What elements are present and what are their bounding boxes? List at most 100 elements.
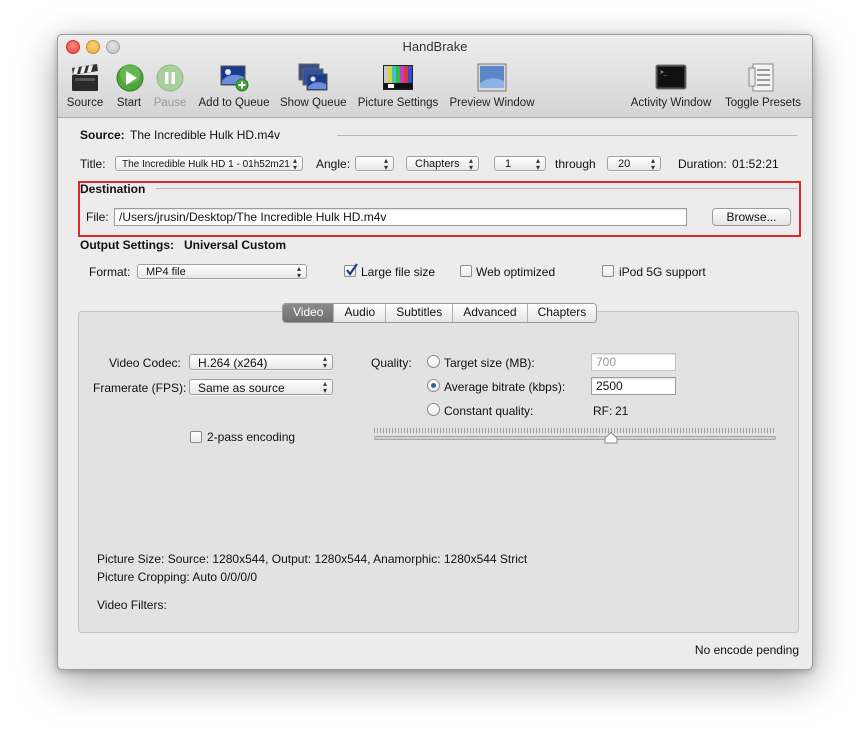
settings-tab-bar: Video Audio Subtitles Advanced Chapters [282,303,598,323]
destination-heading: Destination [80,182,146,196]
toolbar-preview-window-button[interactable]: Preview Window [449,63,535,109]
two-pass-checkbox[interactable] [190,431,202,443]
preview-window-icon [476,63,508,93]
toolbar-toggle-presets-button[interactable]: Toggle Presets [723,63,803,109]
quality-label: Quality: [371,356,412,370]
range-start-value: 1 [505,158,512,170]
framerate-value: Same as source [198,381,285,395]
toolbar-picture-settings-label: Picture Settings [357,97,439,109]
file-label: File: [86,210,109,224]
preset-name: Universal Custom [184,238,287,252]
toolbar-add-to-queue-button[interactable]: Add to Queue [196,63,272,109]
show-queue-icon [297,63,329,93]
large-file-size-checkbox[interactable] [344,263,358,277]
destination-separator [156,188,797,189]
duration-value: 01:52:21 [732,157,779,171]
target-size-label: Target size (MB): [444,356,535,370]
svg-text:>_: >_ [660,69,668,76]
handbrake-window: HandBrake Source Start Pause Add to Queu… [57,34,813,670]
toolbar-add-to-queue-label: Add to Queue [198,97,270,109]
web-optimized-label: Web optimized [476,265,556,279]
source-separator [337,135,797,136]
stepper-arrows-icon: ▴ ▾ [288,157,297,170]
range-type-value: Chapters [415,158,460,170]
checkmark-icon [346,263,358,276]
add-to-queue-icon [218,63,250,93]
tab-video[interactable]: Video [283,304,335,322]
stepper-arrows-icon: ▴ ▾ [383,156,388,171]
clapperboard-icon [69,63,101,93]
average-bitrate-label: Average bitrate (kbps): [444,380,566,394]
web-optimized-checkbox[interactable] [460,265,472,277]
stepper-arrows-icon: ▴ ▾ [322,354,327,370]
radio-selected-dot [431,383,436,388]
video-codec-value: H.264 (x264) [198,356,268,370]
play-icon [114,63,146,93]
quality-slider[interactable] [374,436,776,440]
average-bitrate-field[interactable]: 2500 [591,377,676,395]
presets-drawer-icon [747,63,779,93]
two-pass-label: 2-pass encoding [207,430,296,444]
framerate-label: Framerate (FPS): [93,381,187,395]
format-select-value: MP4 file [146,266,186,278]
color-bars-icon [382,63,414,93]
constant-quality-label: Constant quality: [444,404,534,418]
title-select-value: The Incredible Hulk HD 1 - 01h52m21s [122,159,295,170]
toolbar-activity-window-button[interactable]: >_ Activity Window [628,63,714,109]
angle-select[interactable]: ▴ ▾ [355,156,394,171]
framerate-select[interactable]: Same as source ▴ ▾ [189,379,333,395]
video-filters-info: Video Filters: [97,598,167,612]
duration-label: Duration: [678,157,727,171]
stepper-arrows-icon: ▴ ▾ [650,156,655,171]
tab-subtitles[interactable]: Subtitles [386,304,454,322]
rf-value: 21 [615,404,629,418]
average-bitrate-radio[interactable] [427,379,440,392]
ipod-support-checkbox[interactable] [602,265,614,277]
title-select[interactable]: The Incredible Hulk HD 1 - 01h52m21s ▴ ▾ [115,156,303,171]
format-label: Format: [89,265,131,279]
stepper-arrows-icon: ▴ ▾ [468,156,473,171]
video-codec-label: Video Codec: [109,356,181,370]
constant-quality-radio[interactable] [427,403,440,416]
range-end-value: 20 [618,158,631,170]
toolbar-toggle-presets-label: Toggle Presets [724,97,802,109]
toolbar-picture-settings-button[interactable]: Picture Settings [356,63,440,109]
tab-audio[interactable]: Audio [334,304,387,322]
stepper-arrows-icon: ▴ ▾ [296,264,301,279]
toolbar-preview-window-label: Preview Window [449,97,535,109]
rf-label: RF: [593,404,613,418]
large-file-size-label: Large file size [361,265,436,279]
pause-icon [154,63,186,93]
terminal-icon: >_ [655,63,687,93]
toolbar-start-label: Start [116,97,142,109]
range-start-select[interactable]: 1 ▴ ▾ [494,156,546,171]
toolbar-source-button[interactable]: Source [66,63,104,109]
ipod-support-label: iPod 5G support [619,265,706,279]
toolbar-show-queue-label: Show Queue [280,97,347,109]
browse-button[interactable]: Browse... [712,208,791,226]
target-size-field[interactable]: 700 [591,353,676,371]
toolbar-source-label: Source [66,97,104,109]
title-label: Title: [80,157,106,171]
toolbar-start-button[interactable]: Start [114,63,144,109]
window-title: HandBrake [402,39,468,54]
stepper-arrows-icon: ▴ ▾ [535,156,540,171]
target-size-radio[interactable] [427,355,440,368]
format-select[interactable]: MP4 file ▴ ▾ [137,264,307,279]
video-codec-select[interactable]: H.264 (x264) ▴ ▾ [189,354,333,370]
angle-label: Angle: [316,157,351,171]
toolbar-pause-button[interactable]: Pause [153,63,187,109]
range-type-select[interactable]: Chapters ▴ ▾ [406,156,479,171]
through-label: through [555,157,596,171]
toolbar-show-queue-button[interactable]: Show Queue [280,63,347,109]
toolbar-activity-window-label: Activity Window [630,97,712,109]
toolbar-pause-label: Pause [153,97,187,109]
range-end-select[interactable]: 20 ▴ ▾ [607,156,661,171]
destination-file-field[interactable]: /Users/jrusin/Desktop/The Incredible Hul… [114,208,687,226]
output-settings-label: Output Settings: [80,238,174,252]
title-bar: HandBrake Source Start Pause Add to Queu… [58,35,812,118]
tab-advanced[interactable]: Advanced [453,304,528,322]
source-label: Source: [80,128,125,142]
tab-chapters[interactable]: Chapters [528,304,597,322]
stepper-arrows-icon: ▴ ▾ [322,379,327,395]
